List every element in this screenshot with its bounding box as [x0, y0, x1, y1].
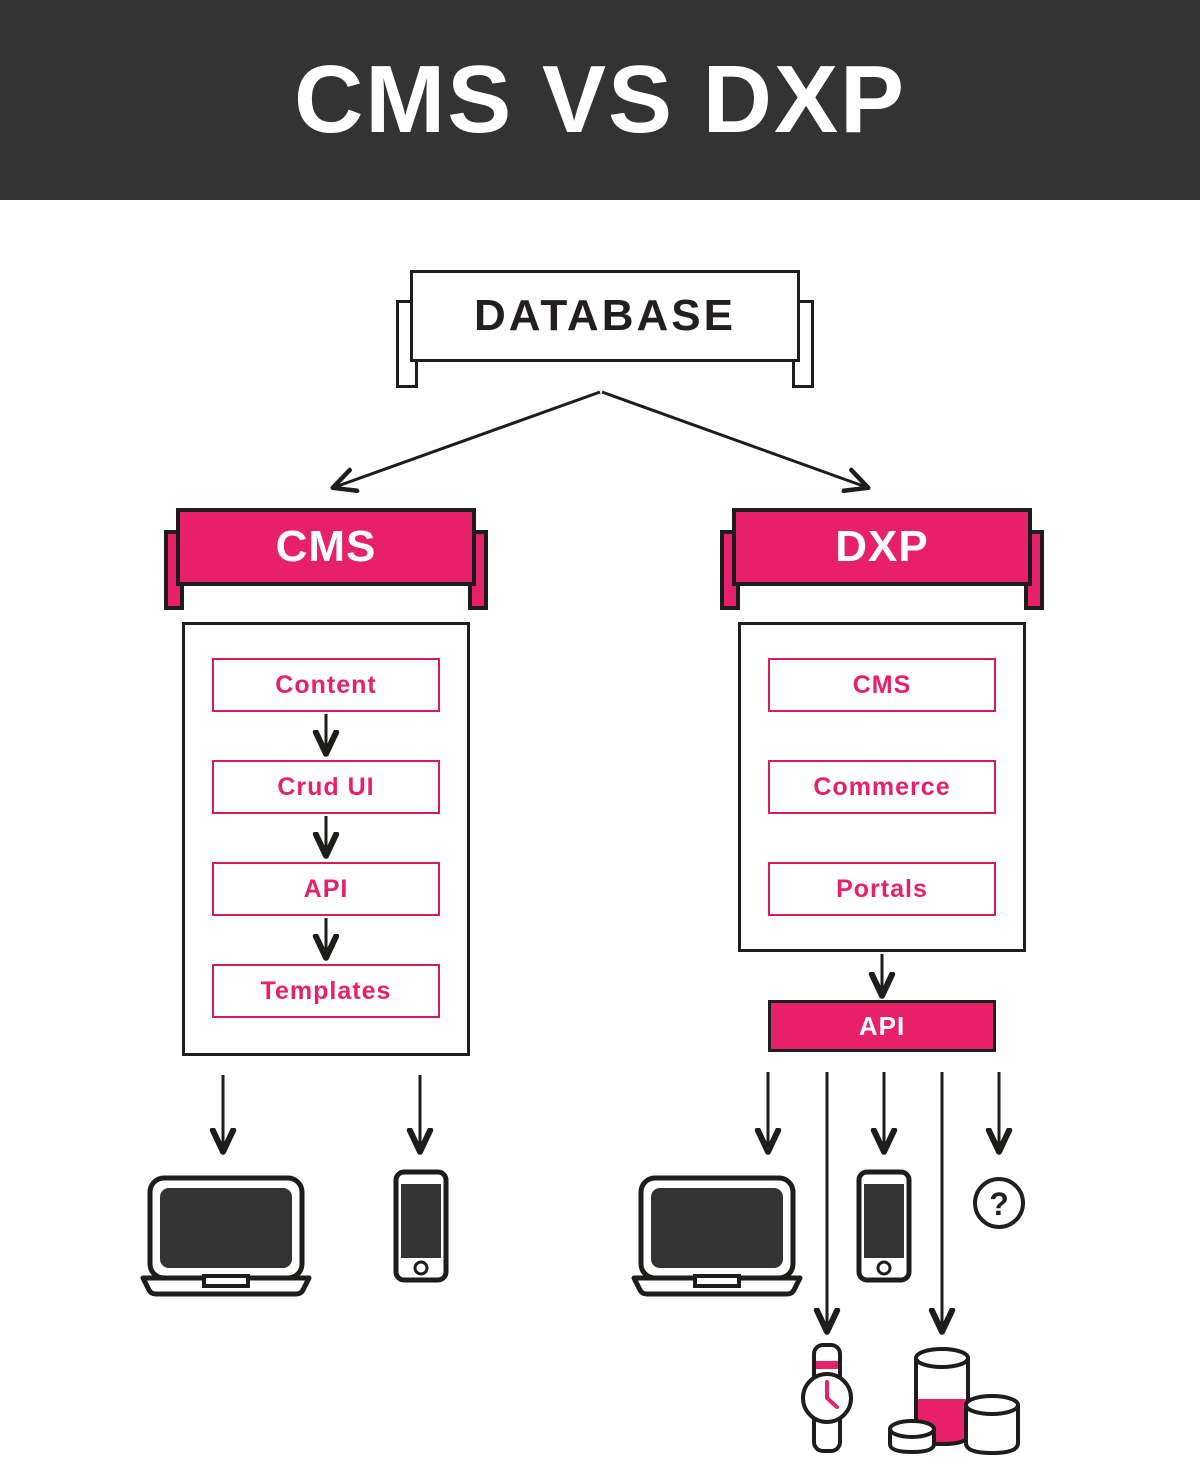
database-banner: DATABASE	[396, 270, 814, 388]
dxp-item-portals-label: Portals	[836, 874, 928, 903]
dxp-api-box-label: API	[858, 1010, 906, 1041]
smart-speakers-icon	[888, 1347, 1020, 1455]
dxp-item-commerce-label: Commerce	[813, 772, 951, 801]
dxp-item-portals: Portals	[768, 862, 996, 916]
cms-item-api: API	[212, 862, 440, 916]
smartwatch-icon	[801, 1343, 853, 1453]
cms-banner-label: CMS	[275, 522, 377, 571]
phone-icon	[856, 1169, 912, 1283]
laptop-icon	[631, 1175, 803, 1297]
cms-item-content-label: Content	[275, 670, 377, 699]
database-to-cms-arrow	[335, 390, 601, 487]
database-label: DATABASE	[474, 291, 736, 340]
dxp-banner-label: DXP	[835, 522, 929, 571]
dxp-banner-face: DXP	[732, 508, 1032, 586]
dxp-item-cms: CMS	[768, 658, 996, 712]
svg-text:?: ?	[989, 1186, 1009, 1222]
cms-item-templates-label: Templates	[260, 976, 392, 1005]
cms-item-templates: Templates	[212, 964, 440, 1018]
dxp-banner: DXP	[720, 508, 1044, 610]
dxp-item-cms-label: CMS	[852, 670, 912, 699]
infographic-page: CMS VS DXP DATABASE CMS DXP Content Crud…	[0, 0, 1200, 1460]
cms-item-crud-ui-label: Crud UI	[277, 772, 375, 801]
question-mark-icon: ?	[973, 1177, 1025, 1229]
cms-banner: CMS	[164, 508, 488, 610]
cms-item-api-label: API	[303, 874, 349, 903]
phone-icon	[393, 1169, 449, 1283]
cms-item-crud-ui: Crud UI	[212, 760, 440, 814]
dxp-api-box: API	[768, 1000, 996, 1052]
header-bar: CMS VS DXP	[0, 0, 1200, 200]
laptop-icon	[140, 1175, 312, 1297]
database-banner-face: DATABASE	[410, 270, 800, 362]
dxp-item-commerce: Commerce	[768, 760, 996, 814]
page-title: CMS VS DXP	[293, 46, 907, 153]
cms-banner-face: CMS	[176, 508, 476, 586]
cms-item-content: Content	[212, 658, 440, 712]
database-to-dxp-arrow	[601, 390, 866, 487]
